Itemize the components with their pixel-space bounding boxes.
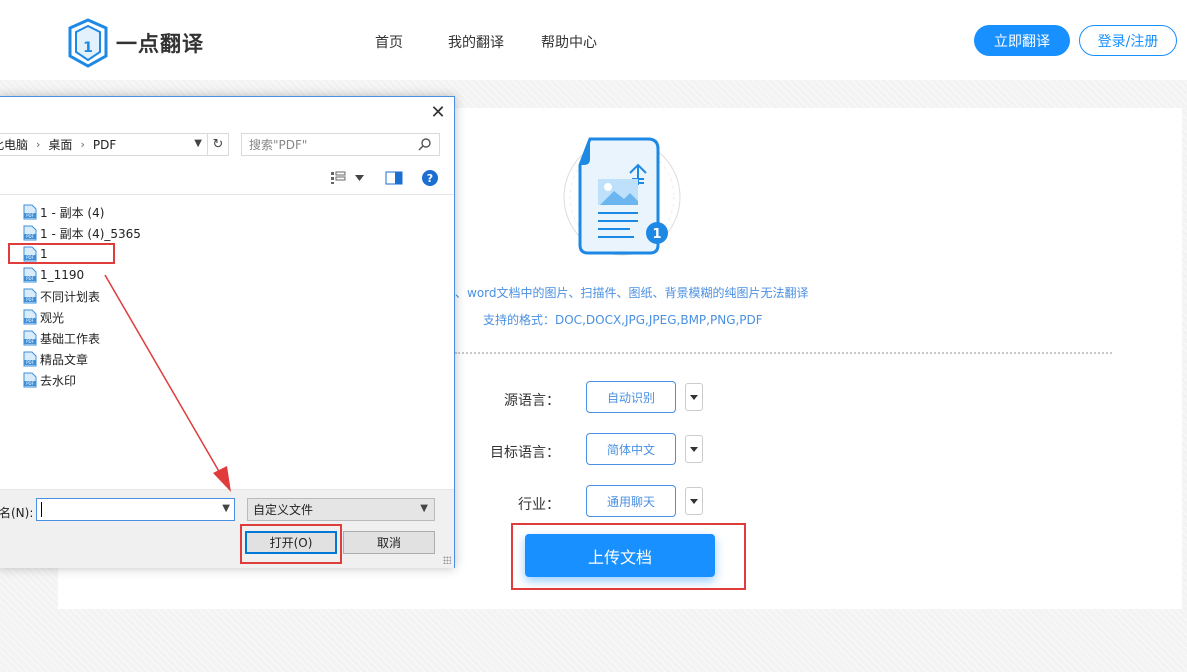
cancel-button[interactable]: 取消 — [343, 531, 435, 554]
logo-icon: 1 — [68, 18, 108, 68]
chevron-down-icon: ▼ — [420, 503, 428, 514]
pdf-file-icon: PDF — [23, 288, 37, 304]
unsupported-hint: 、word文档中的图片、扫描件、图纸、背景模糊的纯图片无法翻译 — [455, 286, 809, 300]
industry-label: 行业： — [518, 497, 560, 513]
document-badge-number: 1 — [652, 227, 661, 242]
file-name: 1 - 副本 (4) — [40, 205, 105, 220]
breadcrumb-desktop[interactable]: 桌面 — [48, 136, 72, 153]
close-icon[interactable]: ✕ — [428, 103, 448, 123]
view-options-icon[interactable] — [330, 171, 346, 185]
translate-now-button[interactable]: 立即翻译 — [974, 25, 1070, 56]
file-name: 不同计划表 — [40, 289, 101, 304]
svg-text:PDF: PDF — [26, 234, 34, 239]
document-upload-icon: 1 — [563, 137, 681, 256]
address-bar[interactable]: 此电脑 › 桌面 › PDF ▼ — [0, 133, 208, 156]
file-item[interactable]: PDF 1 - 副本 (4) — [23, 203, 104, 221]
target-language-select[interactable]: 简体中文 — [586, 433, 676, 465]
open-button-highlight-box — [240, 524, 342, 564]
industry-dropdown-icon[interactable] — [685, 487, 703, 515]
file-item[interactable]: PDF 去水印 — [23, 371, 76, 389]
file-highlight-box — [8, 243, 115, 264]
nav-help-center[interactable]: 帮助中心 — [541, 32, 597, 52]
toolbar-divider — [0, 194, 454, 195]
svg-text:PDF: PDF — [26, 297, 34, 302]
svg-text:PDF: PDF — [26, 318, 34, 323]
pdf-file-icon: PDF — [23, 204, 37, 220]
source-language-select[interactable]: 自动识别 — [586, 381, 676, 413]
search-placeholder: 搜索"PDF" — [249, 138, 308, 152]
divider — [455, 352, 1112, 354]
file-item[interactable]: PDF 观光 — [23, 308, 64, 326]
filename-input[interactable]: ▼ — [36, 498, 235, 521]
file-item[interactable]: PDF 1 - 副本 (4)_5365 — [23, 224, 141, 242]
file-name: 1_1190 — [40, 268, 85, 282]
source-language-dropdown-icon[interactable] — [685, 383, 703, 411]
pdf-file-icon: PDF — [23, 372, 37, 388]
file-name: 精品文章 — [40, 352, 89, 367]
svg-text:PDF: PDF — [26, 213, 34, 218]
target-language-label: 目标语言： — [490, 445, 560, 461]
file-name: 基础工作表 — [40, 331, 101, 346]
svg-text:PDF: PDF — [26, 360, 34, 365]
breadcrumb-separator-icon: › — [80, 138, 85, 151]
breadcrumb-this-pc[interactable]: 此电脑 — [0, 136, 28, 153]
logo[interactable]: 1 一点翻译 — [66, 17, 216, 69]
search-icon — [418, 138, 431, 151]
file-name: 去水印 — [40, 373, 77, 388]
breadcrumb-pdf[interactable]: PDF — [93, 138, 116, 152]
file-name: 观光 — [40, 310, 65, 325]
source-language-label: 源语言： — [504, 393, 560, 409]
annotation-arrow-icon — [104, 274, 231, 492]
filetype-select[interactable]: 自定义文件 ▼ — [247, 498, 435, 521]
upload-highlight-box — [511, 523, 746, 590]
chevron-down-icon[interactable]: ▼ — [222, 503, 230, 514]
pdf-file-icon: PDF — [23, 225, 37, 241]
svg-text:1: 1 — [83, 40, 93, 56]
view-dropdown-icon[interactable] — [355, 175, 364, 181]
pdf-file-icon: PDF — [23, 351, 37, 367]
file-item[interactable]: PDF 1_1190 — [23, 266, 84, 284]
resize-grip-icon[interactable] — [443, 556, 451, 564]
file-name: 1 - 副本 (4)_5365 — [40, 226, 141, 241]
svg-text:PDF: PDF — [26, 276, 34, 281]
pdf-file-icon: PDF — [23, 309, 37, 325]
filetype-value: 自定义文件 — [253, 503, 314, 517]
svg-text:PDF: PDF — [26, 381, 34, 386]
login-register-button[interactable]: 登录/注册 — [1079, 25, 1177, 56]
breadcrumb-separator-icon: › — [36, 138, 41, 151]
search-input[interactable]: 搜索"PDF" — [241, 133, 440, 156]
nav-my-translations[interactable]: 我的翻译 — [448, 32, 504, 52]
refresh-icon[interactable]: ↻ — [207, 133, 229, 156]
text-cursor — [41, 502, 42, 517]
logo-text: 一点翻译 — [116, 32, 204, 56]
help-icon[interactable]: ? — [422, 170, 438, 186]
industry-select[interactable]: 通用聊天 — [586, 485, 676, 517]
chevron-down-icon[interactable]: ▼ — [194, 138, 202, 149]
pdf-file-icon: PDF — [23, 267, 37, 283]
preview-pane-icon[interactable] — [385, 171, 403, 185]
file-item[interactable]: PDF 精品文章 — [23, 350, 88, 368]
top-header: 1 一点翻译 首页 我的翻译 帮助中心 立即翻译 登录/注册 — [0, 0, 1187, 80]
supported-formats: 支持的格式：DOC,DOCX,JPG,JPEG,BMP,PNG,PDF — [483, 313, 763, 327]
file-item[interactable]: PDF 基础工作表 — [23, 329, 100, 347]
target-language-dropdown-icon[interactable] — [685, 435, 703, 463]
nav-home[interactable]: 首页 — [375, 32, 403, 52]
filename-label: 名(N): — [0, 506, 34, 520]
svg-text:PDF: PDF — [26, 339, 34, 344]
pdf-file-icon: PDF — [23, 330, 37, 346]
file-item[interactable]: PDF 不同计划表 — [23, 287, 100, 305]
